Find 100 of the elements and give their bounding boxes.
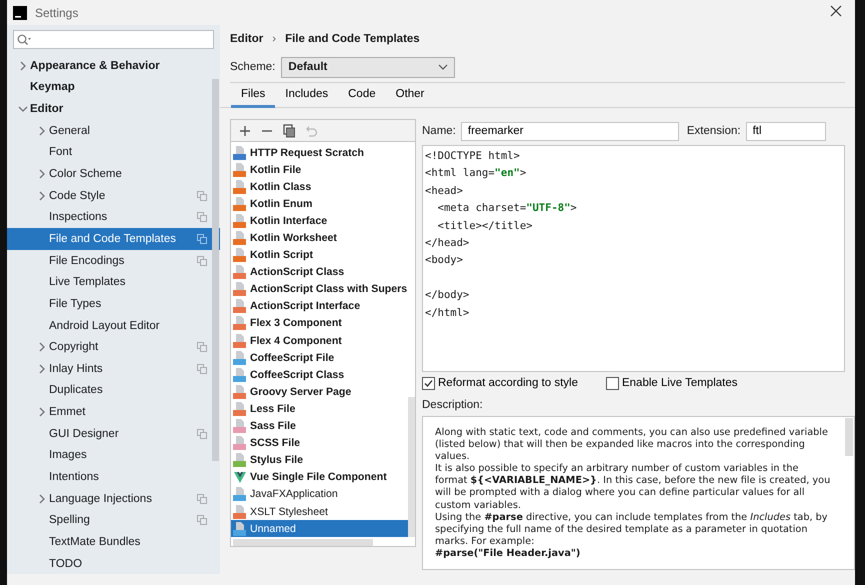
file-type-icon <box>233 402 247 416</box>
tree-item[interactable]: Inspections <box>7 206 220 228</box>
template-item[interactable]: JavaFXApplication <box>231 486 408 503</box>
checkmark-icon <box>424 378 433 388</box>
file-type-icon <box>233 180 247 194</box>
template-item[interactable]: SCSS File <box>231 434 408 452</box>
code-line: <head> <box>425 184 464 199</box>
scheme-dropdown[interactable]: Default <box>281 56 456 78</box>
close-icon <box>829 4 843 18</box>
copy-button[interactable] <box>281 122 297 138</box>
template-item[interactable]: Kotlin Script <box>231 246 408 264</box>
tree-item[interactable]: Android Layout Editor <box>7 314 220 336</box>
breadcrumb-item[interactable]: Editor <box>230 32 264 44</box>
template-item[interactable]: Sass File <box>231 418 408 435</box>
description-text: #parse("File Header.java") <box>435 548 582 560</box>
template-item[interactable]: Flex 3 Component <box>231 314 408 332</box>
name-field[interactable]: freemarker <box>460 122 679 140</box>
code-line: </head> <box>425 236 470 251</box>
tree-item[interactable]: Inlay Hints <box>7 358 220 380</box>
template-item[interactable]: Unnamed <box>231 520 408 538</box>
template-item[interactable]: Flex 4 Component <box>231 332 408 350</box>
extension-field[interactable]: ftl <box>746 122 826 140</box>
description-text: marks. For example: <box>435 536 536 548</box>
template-item[interactable]: Kotlin Worksheet <box>231 229 408 247</box>
tree-item[interactable]: Keymap <box>30 81 75 94</box>
template-item[interactable]: Less File <box>231 400 408 418</box>
template-item[interactable]: Kotlin Class <box>231 178 408 196</box>
template-item[interactable]: ActionScript Class <box>231 264 408 281</box>
file-type-icon <box>233 419 247 434</box>
file-type-icon <box>233 316 247 330</box>
search-field[interactable] <box>13 30 214 49</box>
tree-item[interactable]: Font <box>7 142 220 164</box>
template-item[interactable]: Kotlin Interface <box>231 212 408 230</box>
description-text: format ${<VARIABLE_NAME>}. In this case, before the new file is created, you <box>435 475 832 488</box>
checkbox[interactable]: Enable Live Templates <box>606 376 738 390</box>
tree-item[interactable]: General <box>7 120 220 142</box>
file-type-icon <box>233 436 247 450</box>
tab[interactable]: Includes <box>275 88 338 108</box>
tree-item[interactable]: Appearance & Behavior <box>30 60 160 72</box>
file-type-icon <box>233 368 247 382</box>
breadcrumb-separator: › <box>272 32 276 44</box>
tab[interactable]: Files <box>231 88 276 108</box>
description-text: custom variables. <box>435 500 522 512</box>
template-item[interactable]: ActionScript Class with Supers <box>231 280 408 298</box>
template-item[interactable]: ActionScript Interface <box>231 298 408 315</box>
file-type-icon <box>233 248 247 262</box>
tree-item[interactable]: Intentions <box>7 466 220 488</box>
checkbox[interactable]: Reformat according to style <box>422 376 578 390</box>
file-type-icon <box>233 350 247 365</box>
tree-item[interactable]: Code Style <box>7 184 220 206</box>
copy-icon <box>282 124 296 138</box>
tab[interactable]: Code <box>338 88 386 108</box>
tree-item[interactable]: TextMate Bundles <box>7 531 220 553</box>
tree-item[interactable]: File Types <box>7 293 220 315</box>
description-text: Along with static text, code and comments, you can also use predefined variable <box>435 427 829 440</box>
undo-icon <box>304 124 318 138</box>
tab[interactable]: Other <box>386 88 434 108</box>
template-item[interactable]: Kotlin File <box>231 161 408 178</box>
template-item[interactable]: Kotlin Enum <box>231 195 408 212</box>
field-label: Name: <box>422 125 456 137</box>
template-item[interactable]: Stylus File <box>231 452 408 469</box>
tree-item[interactable]: Spelling <box>7 509 220 532</box>
code-line: <html lang="en"> <box>425 166 528 182</box>
tree-item[interactable]: Images <box>7 444 220 466</box>
template-item[interactable]: CoffeeScript File <box>231 349 408 366</box>
template-item[interactable]: XSLT Stylesheet <box>231 502 408 520</box>
file-type-icon <box>233 214 247 228</box>
scrollbar[interactable] <box>845 418 853 456</box>
file-type-icon <box>233 453 247 468</box>
tree-item[interactable]: File and Code Templates <box>7 228 220 250</box>
search-icon <box>17 34 31 46</box>
code-line: <!DOCTYPE html> <box>425 149 521 164</box>
minus-icon <box>262 130 272 132</box>
tree-item[interactable]: Emmet <box>7 401 220 423</box>
scrollbar[interactable] <box>212 79 219 461</box>
tree-item[interactable]: Color Scheme <box>7 163 220 185</box>
code-line: </body> <box>425 288 470 304</box>
tree-item[interactable]: Duplicates <box>7 380 220 402</box>
description-text: It is also possible to specify an arbitrary number of custom variables in the <box>435 463 800 476</box>
tree-item[interactable]: Editor <box>30 103 64 116</box>
file-type-icon <box>233 334 247 348</box>
scrollbar[interactable] <box>408 397 415 537</box>
tree-item[interactable]: Live Templates <box>7 271 220 294</box>
description-text: (listed below) that will then be expanded like macros into the corresponding <box>435 439 806 452</box>
scrollbar[interactable] <box>233 539 373 546</box>
code-editor[interactable]: <!DOCTYPE html> <html lang="en"> <head> <meta charset="UTF-8"> <title></title> </head> <body> </body> </html> <box>422 145 845 372</box>
tree-item[interactable]: GUI Designer <box>7 422 220 445</box>
tree-item[interactable]: TODO <box>7 552 220 574</box>
file-type-icon <box>233 504 247 519</box>
field-label: Scheme: <box>230 61 276 73</box>
template-item[interactable]: Vue Single File Component <box>231 468 408 486</box>
template-item[interactable]: HTTP Request Scratch <box>231 144 408 162</box>
tree-item[interactable]: Language Injections <box>7 488 220 510</box>
tree-item[interactable]: Copyright <box>7 336 220 358</box>
code-line: </html> <box>425 306 470 321</box>
template-item[interactable]: Groovy Server Page <box>231 383 408 400</box>
tree-item[interactable]: File Encodings <box>7 250 220 272</box>
description-text: will be prompted with a dialog where you can define particular values for all <box>435 487 806 500</box>
template-item[interactable]: CoffeeScript Class <box>231 366 408 384</box>
plus-icon <box>238 124 252 138</box>
